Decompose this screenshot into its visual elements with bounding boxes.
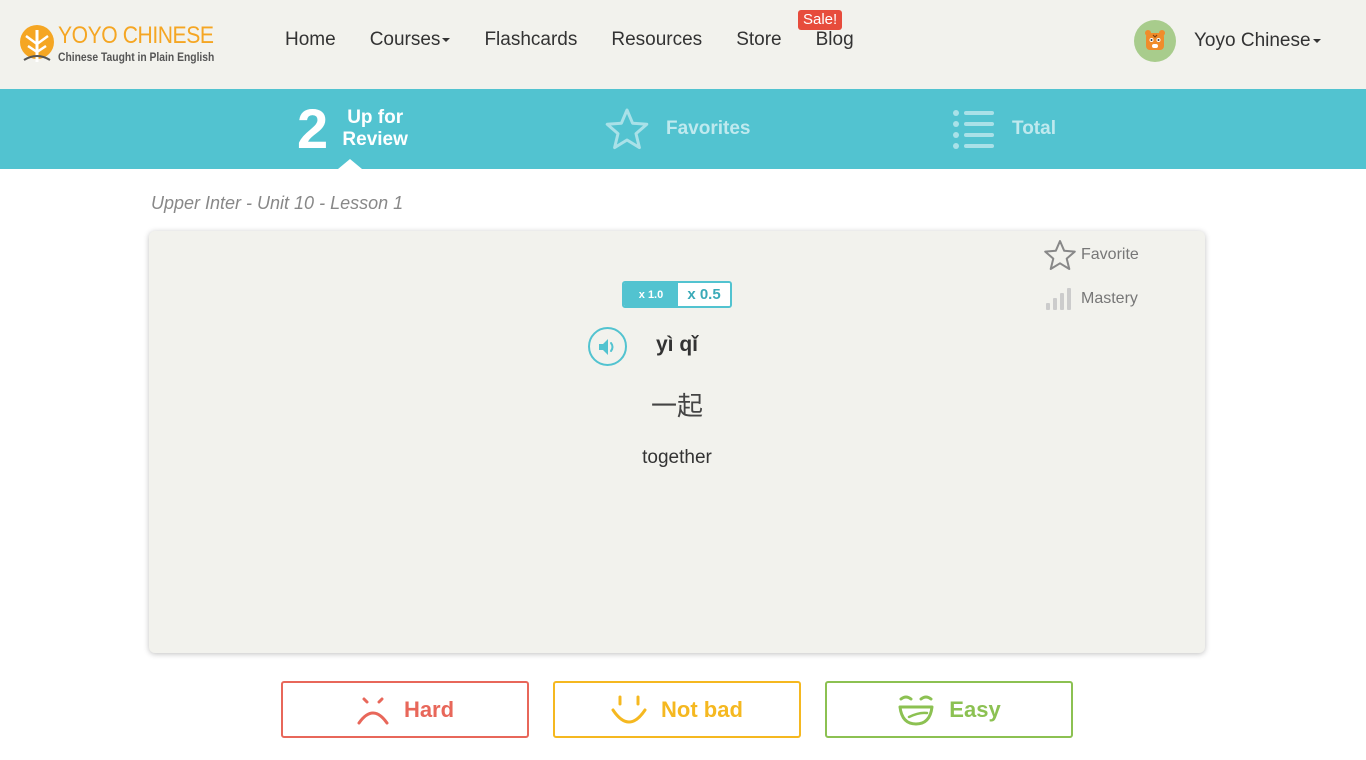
easy-button[interactable]: Easy (825, 681, 1073, 738)
chevron-down-icon (1312, 39, 1321, 43)
favorite-label: Favorite (1081, 246, 1139, 263)
tab-total-label: Total (1012, 118, 1056, 139)
laughing-face-icon (898, 695, 934, 725)
nav-resources[interactable]: Resources (611, 29, 702, 51)
main-nav: Home Courses Flashcards Resources Store … (285, 28, 888, 52)
smile-face-icon (611, 695, 647, 723)
speed-normal-option[interactable]: x 1.0 (624, 283, 678, 306)
tiger-avatar-icon (1145, 30, 1165, 50)
logo-tree-icon (20, 25, 54, 62)
yoyo-chinese-logo[interactable]: YOYO CHINESE Chinese Taught in Plain Eng… (18, 20, 218, 68)
easy-label: Easy (949, 696, 1001, 722)
sale-badge[interactable]: Sale! (798, 10, 843, 30)
english-meaning: together (642, 447, 712, 468)
lesson-title: Upper Inter - Unit 10 - Lesson 1 (151, 193, 404, 213)
review-count: 2 (297, 97, 329, 160)
star-outline-icon (1044, 240, 1076, 270)
user-name: Yoyo Chinese (1194, 30, 1311, 51)
avatar[interactable] (1134, 20, 1176, 62)
sad-face-icon (357, 697, 389, 724)
nav-home[interactable]: Home (285, 29, 336, 51)
not-bad-button[interactable]: Not bad (553, 681, 801, 738)
tab-up-for-review[interactable]: 2 Up for Review (297, 89, 410, 169)
flashcard-tabbar: 2 Up for Review Favorites Total (0, 89, 1366, 169)
star-icon (605, 108, 649, 150)
audio-speed-toggle: x 1.0 x 0.5 (622, 281, 732, 308)
speed-slow-option[interactable]: x 0.5 (678, 283, 730, 306)
nav-blog[interactable]: Blog (816, 29, 854, 51)
signal-bars-icon (1046, 288, 1071, 310)
chevron-down-icon (442, 37, 451, 42)
tab-total[interactable]: Total (952, 89, 1056, 169)
pinyin-text: yì qǐ (655, 333, 698, 356)
nav-flashcards[interactable]: Flashcards (484, 29, 577, 51)
mastery-indicator: Mastery (1045, 287, 1138, 311)
hard-label: Hard (403, 696, 455, 722)
list-icon (953, 110, 994, 149)
hanzi-text: 一起 (650, 392, 703, 422)
hard-button[interactable]: Hard (281, 681, 529, 738)
mastery-label: Mastery (1081, 290, 1138, 307)
not-bad-label: Not bad (661, 696, 743, 722)
user-menu[interactable]: Yoyo Chinese (1134, 20, 1321, 62)
logo-title: YOYO CHINESE (58, 22, 214, 49)
tab-favorites[interactable]: Favorites (604, 89, 750, 169)
nav-store[interactable]: Store (736, 29, 781, 51)
favorite-button[interactable]: Favorite (1043, 239, 1139, 271)
logo-subtitle: Chinese Taught in Plain English (58, 50, 215, 64)
nav-courses[interactable]: Courses (370, 29, 451, 51)
active-tab-pointer (338, 159, 362, 169)
tab-favorites-label: Favorites (666, 118, 751, 139)
flashcard[interactable]: Favorite Mastery x 1.0 x 0.5 yì qǐ 一起 to… (149, 231, 1205, 653)
tab-review-label: Up for Review (342, 107, 408, 150)
top-header: YOYO CHINESE Chinese Taught in Plain Eng… (0, 0, 1366, 89)
